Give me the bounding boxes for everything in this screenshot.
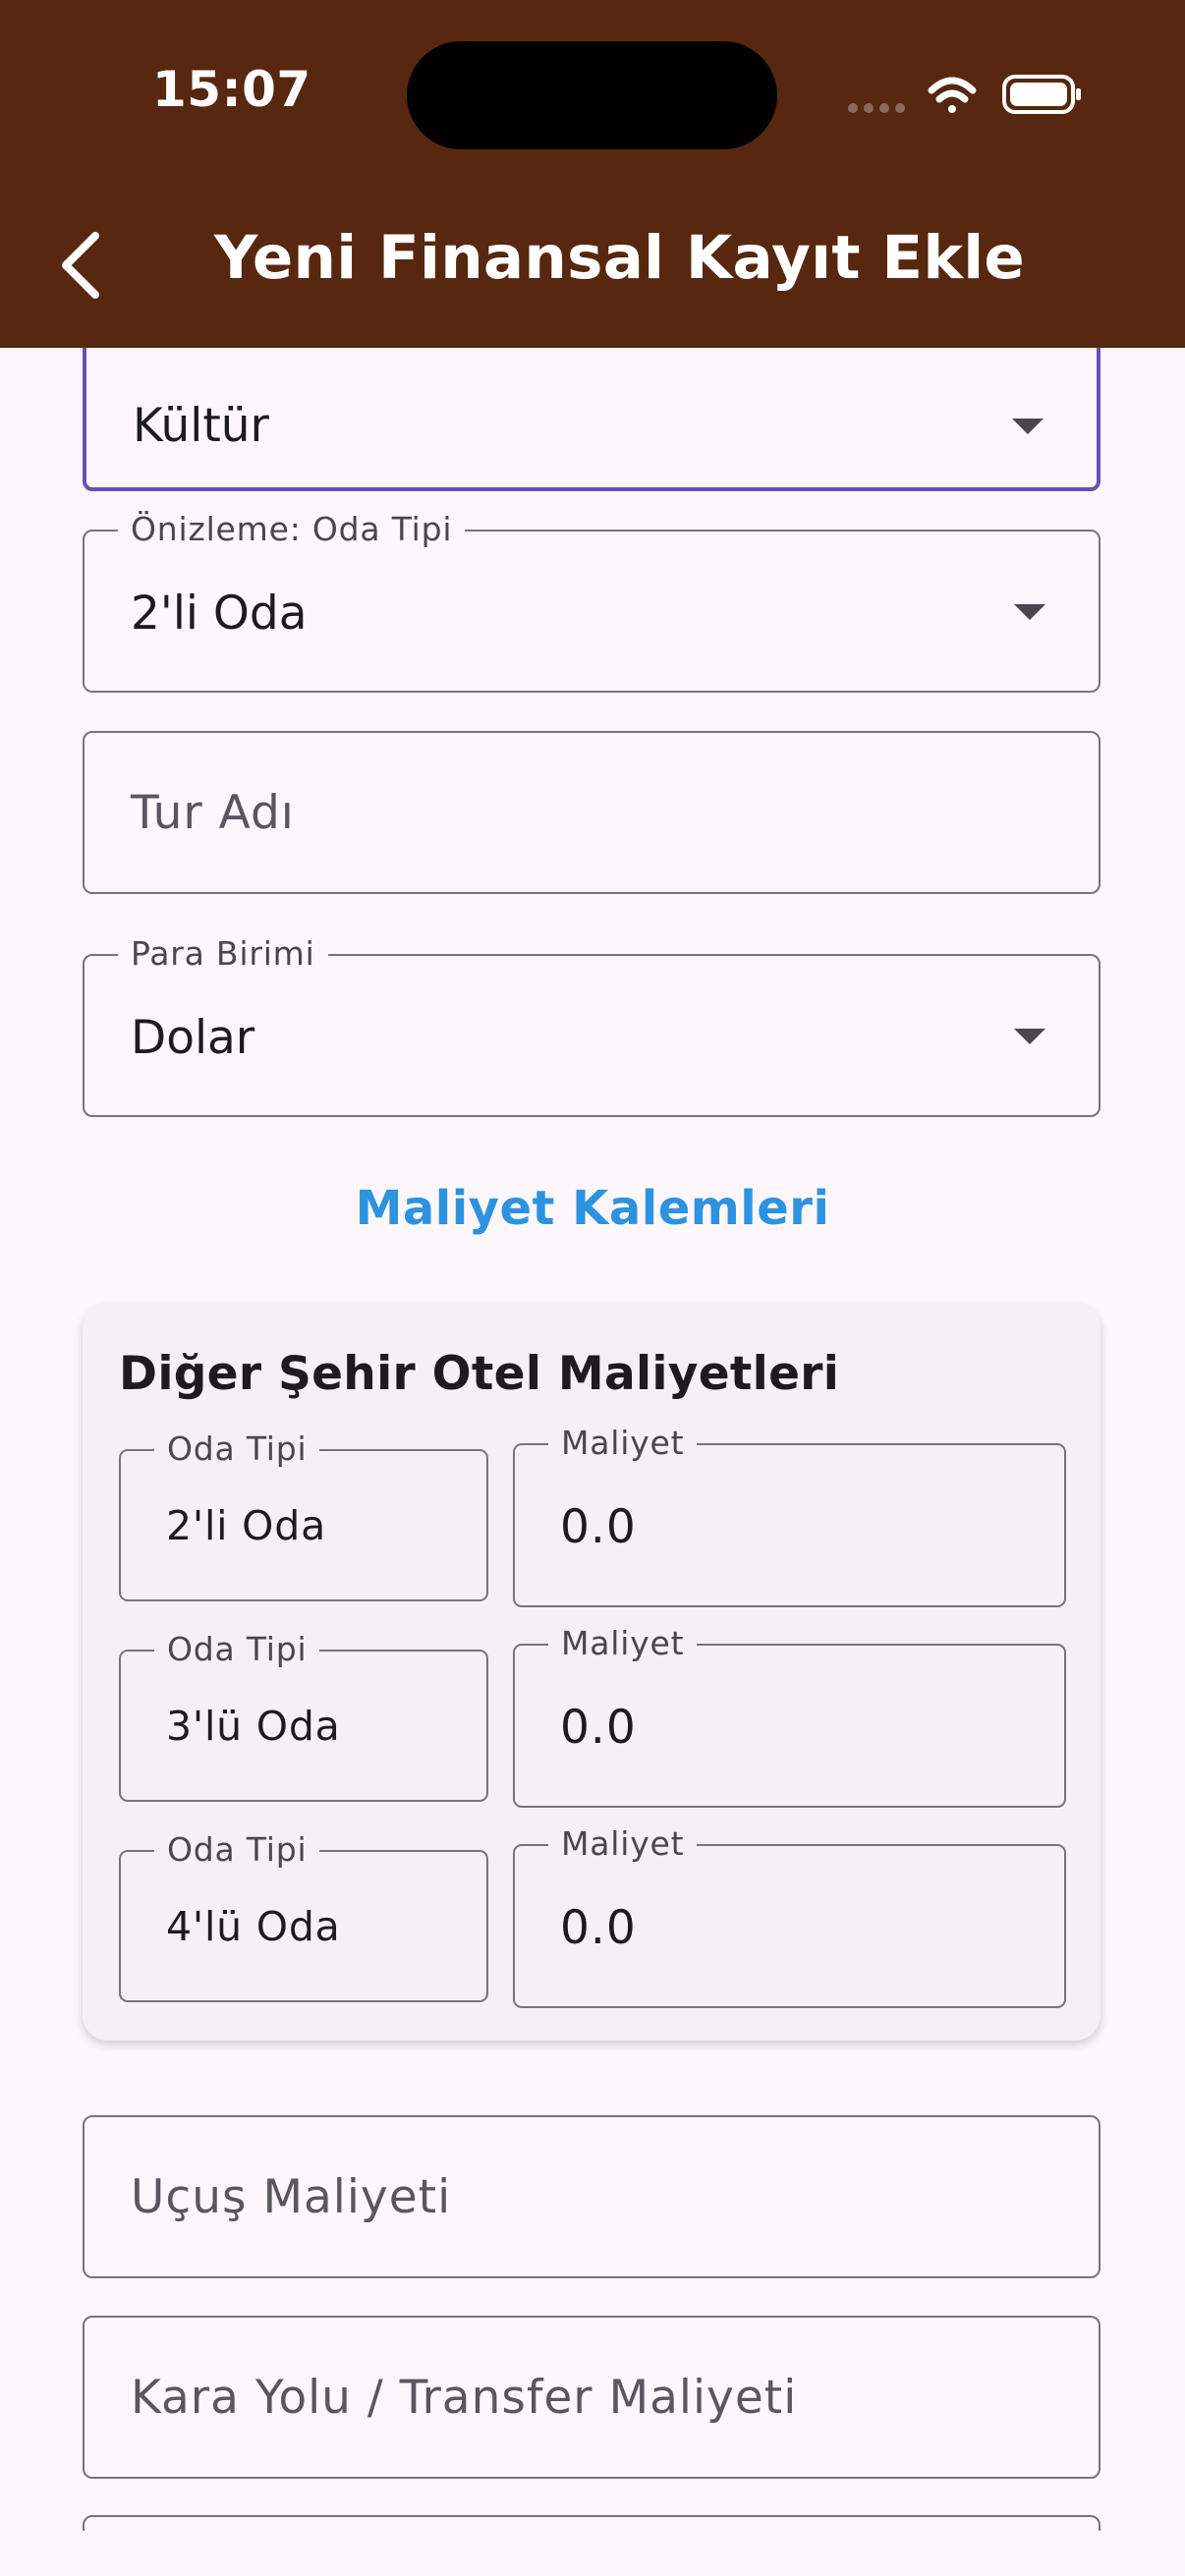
cost-value: 0.0	[560, 1500, 637, 1554]
cost-value: 0.0	[560, 1901, 637, 1955]
status-time: 15:07	[152, 61, 311, 118]
form-scroll-area[interactable]: Kültür Önizleme: Oda Tipi 2'li Oda Tur A…	[0, 348, 1185, 2531]
cost-label: Maliyet	[548, 1424, 698, 1463]
room-type-label: Oda Tipi	[154, 1830, 320, 1870]
chevron-left-icon	[62, 232, 99, 299]
room-type-label: Oda Tipi	[154, 1429, 320, 1469]
cellular-signal-icon	[848, 103, 905, 113]
category-value: Kültür	[133, 399, 269, 453]
currency-dropdown[interactable]: Para Birimi Dolar	[83, 934, 1100, 1117]
cost-label: Maliyet	[548, 1824, 698, 1864]
next-cost-input[interactable]	[83, 2515, 1100, 2531]
cost-input[interactable]: Maliyet 0.0	[513, 1424, 1066, 1607]
dropdown-arrow-icon	[1012, 419, 1044, 434]
currency-label: Para Birimi	[118, 934, 328, 974]
page-title: Yeni Finansal Kayıt Ekle	[214, 223, 1026, 293]
cost-label: Maliyet	[548, 1624, 698, 1663]
room-type-preview-value: 2'li Oda	[131, 587, 308, 641]
cost-input[interactable]: Maliyet 0.0	[513, 1824, 1066, 2008]
room-type-label: Oda Tipi	[154, 1630, 320, 1669]
flight-cost-input[interactable]: Uçuş Maliyeti	[83, 2115, 1100, 2278]
tour-name-input[interactable]: Tur Adı	[83, 731, 1100, 894]
battery-icon	[1002, 75, 1081, 114]
cost-items-title: Maliyet Kalemleri	[355, 1181, 830, 1236]
hotel-costs-card: Diğer Şehir Otel Maliyetleri Oda Tipi 2'…	[83, 1304, 1100, 2041]
ground-transfer-cost-placeholder: Kara Yolu / Transfer Maliyeti	[131, 2371, 798, 2425]
room-type-value: 4'lü Oda	[166, 1903, 341, 1950]
room-type-field[interactable]: Oda Tipi 3'lü Oda	[119, 1630, 488, 1802]
dropdown-arrow-icon	[1014, 604, 1045, 620]
dropdown-arrow-icon	[1014, 1029, 1045, 1044]
ground-transfer-cost-input[interactable]: Kara Yolu / Transfer Maliyeti	[83, 2316, 1100, 2479]
room-type-field[interactable]: Oda Tipi 4'lü Oda	[119, 1830, 488, 2002]
cost-input[interactable]: Maliyet 0.0	[513, 1624, 1066, 1808]
dynamic-island	[407, 41, 777, 149]
tour-name-placeholder: Tur Adı	[131, 786, 295, 840]
room-type-field[interactable]: Oda Tipi 2'li Oda	[119, 1429, 488, 1601]
status-icons	[848, 75, 1081, 114]
cost-value: 0.0	[560, 1701, 637, 1755]
room-type-value: 2'li Oda	[166, 1502, 326, 1549]
app-bar: 15:07 Yeni Finansal Kayıt Ekle	[0, 0, 1185, 348]
wifi-icon	[928, 77, 977, 113]
back-button[interactable]	[54, 228, 113, 303]
category-dropdown[interactable]: Kültür	[83, 348, 1100, 491]
room-type-value: 3'lü Oda	[166, 1703, 341, 1750]
room-type-preview-label: Önizleme: Oda Tipi	[118, 510, 466, 549]
currency-value: Dolar	[131, 1011, 255, 1065]
flight-cost-placeholder: Uçuş Maliyeti	[131, 2170, 452, 2224]
hotel-costs-title: Diğer Şehir Otel Maliyetleri	[119, 1347, 840, 1401]
room-type-preview-dropdown[interactable]: Önizleme: Oda Tipi 2'li Oda	[83, 510, 1100, 693]
